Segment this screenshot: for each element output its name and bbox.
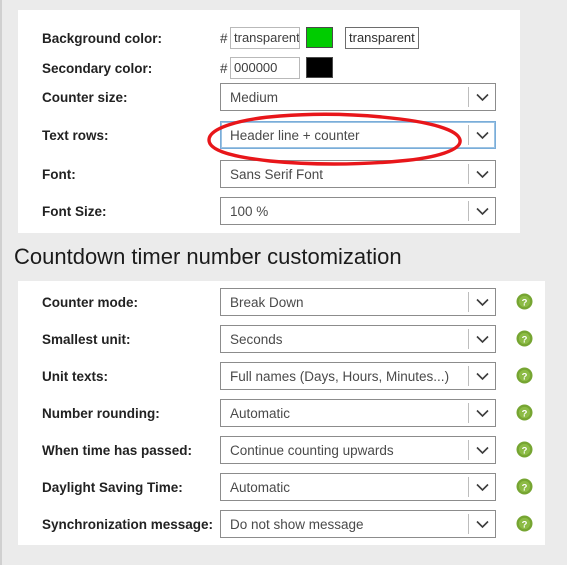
background-color-swatch[interactable] (306, 27, 333, 48)
form-row-smallest-unit: Smallest unit: Seconds ? (18, 325, 545, 355)
select-smallest-unit-value: Seconds (230, 331, 283, 347)
form-row-when-time-has-passed: When time has passed: Continue counting … (18, 436, 545, 466)
svg-text:?: ? (522, 334, 528, 345)
select-daylight-saving-time[interactable]: Automatic (220, 473, 496, 501)
select-number-rounding[interactable]: Automatic (220, 399, 496, 427)
label-when-time-has-passed: When time has passed: (42, 443, 193, 458)
hash-prefix-background: # (220, 31, 228, 46)
select-counter-size-value: Medium (230, 89, 279, 105)
form-row-unit-texts: Unit texts: Full names (Days, Hours, Min… (18, 362, 545, 392)
background-color-hex-input[interactable]: transparent (230, 27, 300, 49)
form-row-background-color: Background color: # transparent transpar… (18, 24, 520, 54)
svg-text:?: ? (522, 519, 528, 530)
label-smallest-unit: Smallest unit: (42, 332, 131, 347)
svg-text:?: ? (522, 445, 528, 456)
hash-prefix-secondary: # (220, 61, 228, 76)
number-customization-panel: Counter mode: Break Down ? Smallest unit… (18, 281, 545, 545)
label-background-color: Background color: (42, 31, 163, 46)
chevron-down-icon (469, 520, 495, 529)
form-row-text-rows: Text rows: Header line + counter (18, 121, 520, 151)
select-font-size[interactable]: 100 % (220, 197, 496, 225)
select-when-time-has-passed-value: Continue counting upwards (230, 442, 394, 458)
label-unit-texts: Unit texts: (42, 369, 109, 384)
label-counter-mode: Counter mode: (42, 295, 138, 310)
select-synchronization-message-value: Do not show message (230, 516, 364, 532)
form-row-daylight-saving-time: Daylight Saving Time: Automatic ? (18, 473, 545, 503)
help-icon-counter-mode[interactable]: ? (516, 293, 533, 310)
select-text-rows[interactable]: Header line + counter (220, 121, 496, 149)
form-row-secondary-color: Secondary color: # 000000 (18, 54, 520, 84)
form-row-counter-mode: Counter mode: Break Down ? (18, 288, 545, 318)
help-icon-smallest-unit[interactable]: ? (516, 330, 533, 347)
chevron-down-icon (469, 372, 495, 381)
select-counter-mode-value: Break Down (230, 294, 304, 310)
label-number-rounding: Number rounding: (42, 406, 160, 421)
chevron-down-icon (469, 93, 495, 102)
form-row-synchronization-message: Synchronization message: Do not show mes… (18, 510, 545, 540)
select-text-rows-value: Header line + counter (230, 127, 360, 143)
appearance-settings-panel: Background color: # transparent transpar… (18, 10, 520, 233)
label-counter-size: Counter size: (42, 90, 128, 105)
svg-text:?: ? (522, 482, 528, 493)
select-font[interactable]: Sans Serif Font (220, 160, 496, 188)
svg-text:?: ? (522, 297, 528, 308)
form-row-font: Font: Sans Serif Font (18, 160, 520, 190)
form-row-number-rounding: Number rounding: Automatic ? (18, 399, 545, 429)
select-smallest-unit[interactable]: Seconds (220, 325, 496, 353)
secondary-color-swatch[interactable] (306, 57, 333, 78)
label-secondary-color: Secondary color: (42, 61, 153, 76)
select-counter-mode[interactable]: Break Down (220, 288, 496, 316)
chevron-down-icon (469, 131, 495, 140)
help-icon-unit-texts[interactable]: ? (516, 367, 533, 384)
chevron-down-icon (469, 483, 495, 492)
svg-text:?: ? (522, 371, 528, 382)
page-title-countdown-numbers: Countdown timer number customization (14, 244, 402, 269)
select-number-rounding-value: Automatic (230, 405, 291, 421)
select-when-time-has-passed[interactable]: Continue counting upwards (220, 436, 496, 464)
select-daylight-saving-time-value: Automatic (230, 479, 291, 495)
svg-text:?: ? (522, 408, 528, 419)
label-text-rows: Text rows: (42, 128, 109, 143)
help-icon-when-time-has-passed[interactable]: ? (516, 441, 533, 458)
chevron-down-icon (469, 335, 495, 344)
page-left-border (0, 0, 2, 565)
background-color-token: transparent (345, 27, 419, 49)
select-synchronization-message[interactable]: Do not show message (220, 510, 496, 538)
help-icon-number-rounding[interactable]: ? (516, 404, 533, 421)
chevron-down-icon (469, 409, 495, 418)
label-font-size: Font Size: (42, 204, 107, 219)
select-unit-texts[interactable]: Full names (Days, Hours, Minutes...) (220, 362, 496, 390)
label-synchronization-message: Synchronization message: (42, 517, 214, 532)
secondary-color-hex-input[interactable]: 000000 (230, 57, 300, 79)
label-font: Font: (42, 167, 76, 182)
form-row-font-size: Font Size: 100 % (18, 197, 520, 227)
select-counter-size[interactable]: Medium (220, 83, 496, 111)
help-icon-daylight-saving-time[interactable]: ? (516, 478, 533, 495)
select-unit-texts-value: Full names (Days, Hours, Minutes...) (230, 368, 450, 384)
chevron-down-icon (469, 170, 495, 179)
chevron-down-icon (469, 446, 495, 455)
form-row-counter-size: Counter size: Medium (18, 83, 520, 113)
chevron-down-icon (469, 298, 495, 307)
label-daylight-saving-time: Daylight Saving Time: (42, 480, 183, 495)
help-icon-synchronization-message[interactable]: ? (516, 515, 533, 532)
chevron-down-icon (469, 207, 495, 216)
select-font-value: Sans Serif Font (230, 166, 324, 182)
select-font-size-value: 100 % (230, 203, 269, 219)
